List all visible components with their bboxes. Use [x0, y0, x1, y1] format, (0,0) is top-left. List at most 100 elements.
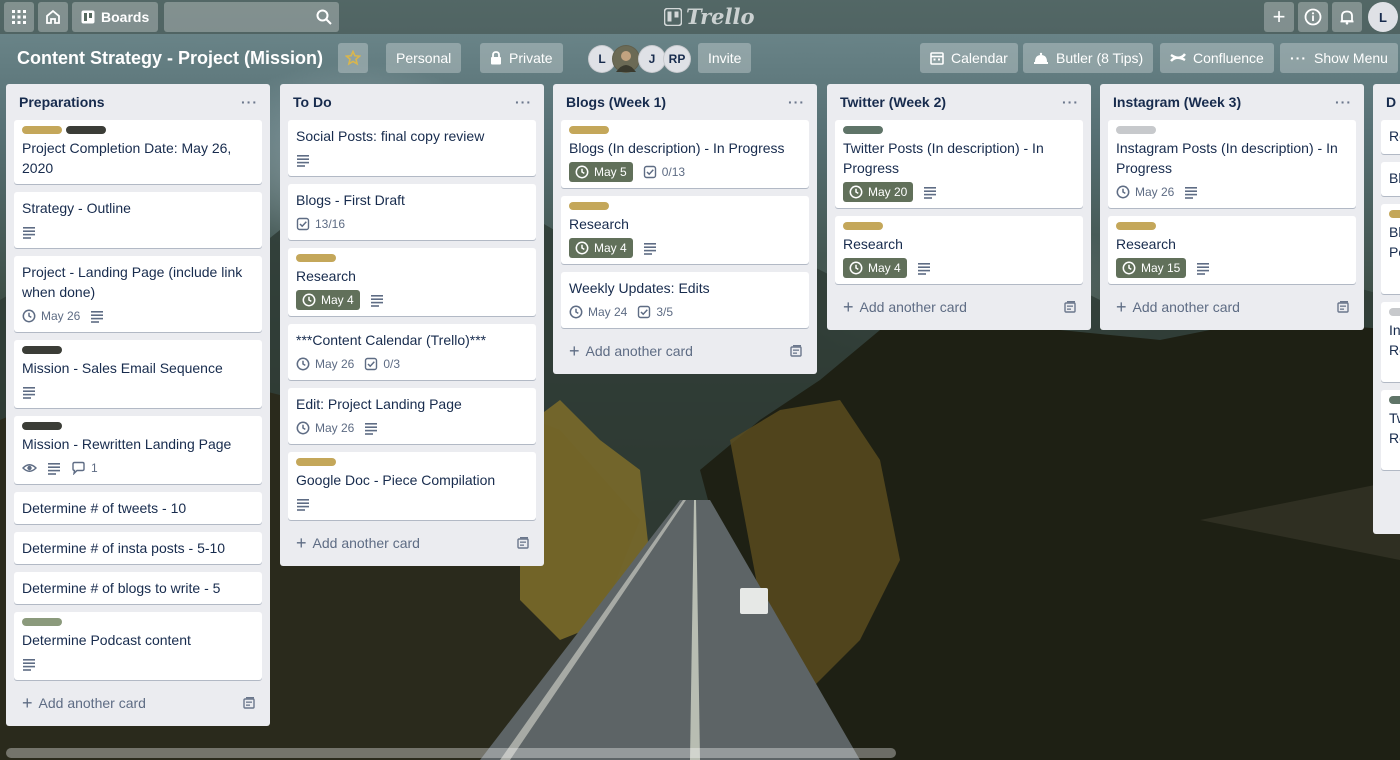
- list-menu-icon[interactable]: ···: [241, 94, 258, 110]
- card-label[interactable]: [296, 458, 336, 466]
- card[interactable]: Social Posts: final copy review: [288, 120, 536, 176]
- card-label[interactable]: [569, 202, 609, 210]
- card[interactable]: Weekly Updates: Edits May 24 3/5: [561, 272, 809, 328]
- card[interactable]: Research May 4: [561, 196, 809, 264]
- due-date-badge[interactable]: May 24: [569, 305, 627, 319]
- star-board-button[interactable]: [338, 43, 368, 73]
- trello-logo[interactable]: Trello: [664, 4, 755, 29]
- home-button[interactable]: [38, 2, 68, 32]
- create-button[interactable]: +: [1264, 2, 1294, 32]
- add-card-action[interactable]: + Add another card: [22, 694, 146, 712]
- due-date-badge[interactable]: May 4: [296, 290, 360, 310]
- partial-card[interactable]: Tw Re: [1381, 390, 1400, 470]
- team-visibility-button[interactable]: Personal: [386, 43, 462, 73]
- card[interactable]: Research May 15: [1108, 216, 1356, 284]
- search-input[interactable]: [164, 2, 339, 32]
- list[interactable]: To Do ··· Social Posts: final copy review B…: [280, 84, 544, 566]
- list[interactable]: Instagram (Week 3) ··· Instagram Posts (In…: [1100, 84, 1364, 330]
- list[interactable]: Blogs (Week 1) ··· Blogs (In description) …: [553, 84, 817, 374]
- card[interactable]: Research May 4: [835, 216, 1083, 284]
- card[interactable]: Research May 4: [288, 248, 536, 316]
- create-from-template-button[interactable]: [242, 696, 256, 710]
- due-date-badge[interactable]: May 26: [22, 309, 80, 323]
- create-from-template-button[interactable]: [1063, 300, 1077, 314]
- add-card-action[interactable]: + Add another card: [1116, 298, 1240, 316]
- member-avatar[interactable]: RP: [663, 45, 691, 73]
- card-label[interactable]: [22, 618, 62, 626]
- card-label[interactable]: [296, 254, 336, 262]
- list-title[interactable]: To Do: [293, 94, 332, 110]
- card-label[interactable]: [843, 126, 883, 134]
- add-card-button[interactable]: + Add another card: [835, 292, 1083, 322]
- partial-card[interactable]: In Re: [1381, 302, 1400, 382]
- card[interactable]: Instagram Posts (In description) - In Pr…: [1108, 120, 1356, 208]
- card[interactable]: Blogs (In description) - In Progress May …: [561, 120, 809, 188]
- card[interactable]: Strategy - Outline: [14, 192, 262, 248]
- card[interactable]: ***Content Calendar (Trello)*** May 26 0/3: [288, 324, 536, 380]
- create-from-template-button[interactable]: [1336, 300, 1350, 314]
- card-label[interactable]: [569, 126, 609, 134]
- add-card-button[interactable]: + Add another card: [288, 528, 536, 558]
- list-menu-icon[interactable]: ···: [515, 94, 532, 110]
- list-title[interactable]: Blogs (Week 1): [566, 94, 666, 110]
- list-menu-icon[interactable]: ···: [1062, 94, 1079, 110]
- card[interactable]: Mission - Sales Email Sequence: [14, 340, 262, 408]
- card-label[interactable]: [22, 422, 62, 430]
- due-date-badge[interactable]: May 4: [569, 238, 633, 258]
- partial-list[interactable]: D Re Bl Bl Po In Re Tw Re: [1373, 84, 1400, 534]
- due-date-badge[interactable]: May 26: [296, 357, 354, 371]
- card[interactable]: Blogs - First Draft 13/16: [288, 184, 536, 240]
- butler-button[interactable]: Butler (8 Tips): [1023, 43, 1154, 73]
- create-from-template-button[interactable]: [789, 344, 803, 358]
- list-menu-icon[interactable]: ···: [788, 94, 805, 110]
- confluence-button[interactable]: Confluence: [1160, 43, 1274, 73]
- add-card-button[interactable]: + Add another card: [561, 336, 809, 366]
- add-card-button[interactable]: + Add another card: [14, 688, 262, 718]
- add-card-action[interactable]: + Add another card: [296, 534, 420, 552]
- due-date-badge[interactable]: May 15: [1116, 258, 1187, 278]
- card-label[interactable]: [843, 222, 883, 230]
- due-date-badge[interactable]: May 26: [296, 421, 354, 435]
- card[interactable]: Determine # of insta posts - 5-10: [14, 532, 262, 564]
- due-date-badge[interactable]: May 20: [843, 182, 914, 202]
- partial-card[interactable]: Bl Po: [1381, 204, 1400, 294]
- boards-button[interactable]: Boards: [72, 2, 159, 32]
- search-icon[interactable]: [316, 9, 332, 25]
- create-from-template-button[interactable]: [516, 536, 530, 550]
- card[interactable]: Determine # of blogs to write - 5: [14, 572, 262, 604]
- due-date-badge[interactable]: May 4: [843, 258, 907, 278]
- add-card-action[interactable]: + Add another card: [569, 342, 693, 360]
- list-title[interactable]: Instagram (Week 3): [1113, 94, 1241, 110]
- due-date-badge[interactable]: May 26: [1116, 185, 1174, 199]
- add-card-action[interactable]: + Add another card: [843, 298, 967, 316]
- list[interactable]: Twitter (Week 2) ··· Twitter Posts (In des…: [827, 84, 1091, 330]
- calendar-button[interactable]: Calendar: [920, 43, 1018, 73]
- card[interactable]: Determine Podcast content: [14, 612, 262, 680]
- card-label[interactable]: [66, 126, 106, 134]
- horizontal-scrollbar[interactable]: [6, 748, 896, 758]
- list-title[interactable]: Preparations: [19, 94, 105, 110]
- partial-card[interactable]: Bl: [1381, 162, 1400, 196]
- apps-grid-button[interactable]: [4, 2, 34, 32]
- invite-button[interactable]: Invite: [698, 43, 752, 73]
- card[interactable]: Edit: Project Landing Page May 26: [288, 388, 536, 444]
- list-menu-icon[interactable]: ···: [1335, 94, 1352, 110]
- card[interactable]: Mission - Rewritten Landing Page 1: [14, 416, 262, 484]
- partial-card[interactable]: Re: [1381, 120, 1400, 154]
- card-label[interactable]: [1116, 126, 1156, 134]
- due-date-badge[interactable]: May 5: [569, 162, 633, 182]
- card[interactable]: Project - Landing Page (include link whe…: [14, 256, 262, 332]
- board-title[interactable]: Content Strategy - Project (Mission): [8, 42, 332, 74]
- show-menu-button[interactable]: ··· Show Menu: [1280, 43, 1398, 73]
- card[interactable]: Twitter Posts (In description) - In Prog…: [835, 120, 1083, 208]
- privacy-button[interactable]: Private: [480, 43, 563, 73]
- info-button[interactable]: [1298, 2, 1328, 32]
- user-avatar[interactable]: L: [1368, 2, 1398, 32]
- member-photo-avatar[interactable]: [612, 45, 640, 73]
- card-label[interactable]: [22, 346, 62, 354]
- add-card-button[interactable]: + Add another card: [1108, 292, 1356, 322]
- card[interactable]: Project Completion Date: May 26, 2020: [14, 120, 262, 184]
- card[interactable]: Determine # of tweets - 10: [14, 492, 262, 524]
- notifications-button[interactable]: [1332, 2, 1362, 32]
- card[interactable]: Google Doc - Piece Compilation: [288, 452, 536, 520]
